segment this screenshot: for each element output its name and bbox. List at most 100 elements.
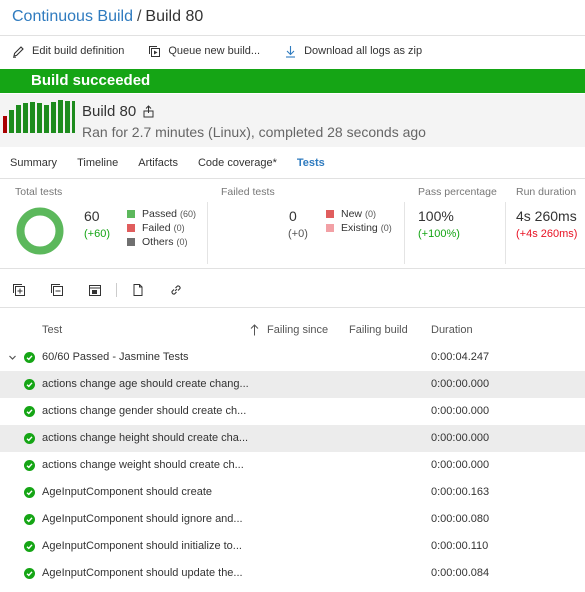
history-bar [23, 103, 28, 133]
breadcrumb: Continuous Build / Build 80 [12, 6, 203, 28]
download-all-logs-button[interactable]: Download all logs as zip [272, 37, 434, 65]
test-row[interactable]: actions change age should create chang..… [0, 371, 585, 398]
stats-divider [207, 202, 208, 264]
passed-swatch [127, 210, 135, 218]
test-results-header-row: Test Failing since Failing build Duratio… [0, 320, 585, 342]
tab-timeline[interactable]: Timeline [67, 157, 128, 169]
tab-tests[interactable]: Tests [287, 157, 335, 169]
tab-artifacts[interactable]: Artifacts [128, 157, 188, 169]
legend-passed: Passed (60) [127, 207, 196, 221]
others-swatch [127, 238, 135, 246]
build-summary: Build 80 Ran for 2.7 minutes (Linux), co… [0, 94, 585, 147]
breadcrumb-continuous-build-link[interactable]: Continuous Build [12, 8, 133, 25]
passed-check-icon [24, 568, 35, 579]
expand-all-icon [13, 284, 25, 296]
group-by-icon [89, 285, 101, 296]
build-history-chart[interactable] [3, 99, 75, 133]
build-title: Build 80 [82, 103, 155, 120]
failed-tests-header: Failed tests [221, 186, 275, 198]
test-results-toolbar [0, 279, 195, 301]
test-duration: 0:00:00.000 [431, 405, 490, 417]
test-name: AgeInputComponent should update the... [42, 567, 243, 579]
test-row[interactable]: actions change height should create cha.… [0, 425, 585, 452]
sort-ascending-icon[interactable] [250, 324, 259, 336]
collapse-all-icon [51, 284, 63, 296]
queue-new-build-button[interactable]: Queue new build... [136, 37, 272, 65]
legend-failed: Failed (0) [127, 221, 196, 235]
link-button[interactable] [157, 279, 195, 301]
history-bar [51, 102, 56, 133]
expand-all-button[interactable] [0, 279, 38, 301]
test-results-list: 60/60 Passed - Jasmine Tests 0:00:04.247… [0, 344, 585, 587]
download-icon [286, 45, 296, 58]
pass-percentage-value: 100% [418, 208, 454, 224]
passed-check-icon [24, 460, 35, 471]
tab-code-coverage[interactable]: Code coverage* [188, 157, 287, 169]
test-row[interactable]: actions change weight should create ch..… [0, 452, 585, 479]
test-row[interactable]: AgeInputComponent should ignore and... 0… [0, 506, 585, 533]
pencil-icon [13, 45, 24, 58]
passed-check-icon [24, 487, 35, 498]
collapse-all-button[interactable] [38, 279, 76, 301]
share-icon[interactable] [142, 105, 155, 118]
test-row[interactable]: actions change gender should create ch..… [0, 398, 585, 425]
test-name: AgeInputComponent should ignore and... [42, 513, 243, 525]
toolbar-divider [0, 307, 585, 308]
test-row[interactable]: AgeInputComponent should create 0:00:00.… [0, 479, 585, 506]
edit-build-definition-button[interactable]: Edit build definition [0, 37, 136, 65]
column-header-duration[interactable]: Duration [431, 324, 473, 336]
build-status-banner: Build succeeded [0, 69, 585, 93]
stats-divider [404, 202, 405, 264]
total-tests-header: Total tests [15, 186, 63, 198]
column-header-failing-build[interactable]: Failing build [349, 324, 408, 336]
stats-bottom-divider [0, 268, 585, 269]
document-icon [133, 284, 143, 296]
test-group-duration: 0:00:04.247 [431, 351, 490, 363]
test-group-row[interactable]: 60/60 Passed - Jasmine Tests 0:00:04.247 [0, 344, 585, 371]
new-swatch [326, 210, 334, 218]
total-tests-delta: (+60) [84, 228, 110, 240]
run-duration-header: Run duration [516, 186, 577, 198]
chevron-down-icon[interactable] [8, 353, 17, 362]
pass-percentage-delta: (+100%) [418, 228, 460, 240]
test-group-label: 60/60 Passed - Jasmine Tests [42, 351, 189, 363]
test-row[interactable]: AgeInputComponent should update the... 0… [0, 560, 585, 587]
total-tests-count: 60 [84, 208, 100, 224]
breadcrumb-separator: / [136, 8, 142, 25]
failed-swatch [127, 224, 135, 232]
breadcrumb-current: Build 80 [145, 8, 204, 25]
history-bar [65, 101, 70, 133]
total-tests-donut-chart [16, 207, 64, 255]
queue-build-icon [149, 45, 161, 57]
build-run-summary: Ran for 2.7 minutes (Linux), completed 2… [82, 124, 426, 140]
passed-check-icon [24, 406, 35, 417]
column-header-failing-since[interactable]: Failing since [267, 324, 328, 336]
history-bar [58, 100, 63, 133]
stats-divider [505, 202, 506, 264]
history-bar [30, 102, 35, 133]
build-tabs: Summary Timeline Artifacts Code coverage… [0, 151, 335, 175]
tab-summary[interactable]: Summary [0, 157, 67, 169]
failed-tests-legend: New (0) Existing (0) [326, 207, 392, 235]
legend-existing: Existing (0) [326, 221, 392, 235]
link-icon [171, 285, 181, 295]
group-by-button[interactable] [76, 279, 114, 301]
build-toolbar: Edit build definition Queue new build...… [0, 37, 585, 65]
pass-percentage-header: Pass percentage [418, 186, 497, 198]
column-header-test[interactable]: Test [42, 324, 62, 336]
test-row[interactable]: AgeInputComponent should initialize to..… [0, 533, 585, 560]
history-bar [9, 110, 14, 133]
passed-check-icon [24, 514, 35, 525]
test-duration: 0:00:00.000 [431, 432, 490, 444]
test-name: actions change height should create cha.… [42, 432, 249, 444]
run-duration-value: 4s 260ms [516, 208, 577, 224]
history-bar [37, 103, 42, 133]
test-name: actions change weight should create ch..… [42, 459, 244, 471]
legend-new: New (0) [326, 207, 392, 221]
header-divider [0, 35, 585, 36]
test-name: AgeInputComponent should create [42, 486, 213, 498]
existing-swatch [326, 224, 334, 232]
build-number: Build 80 [82, 103, 137, 120]
history-bar [16, 105, 21, 133]
create-work-item-button[interactable] [119, 279, 157, 301]
